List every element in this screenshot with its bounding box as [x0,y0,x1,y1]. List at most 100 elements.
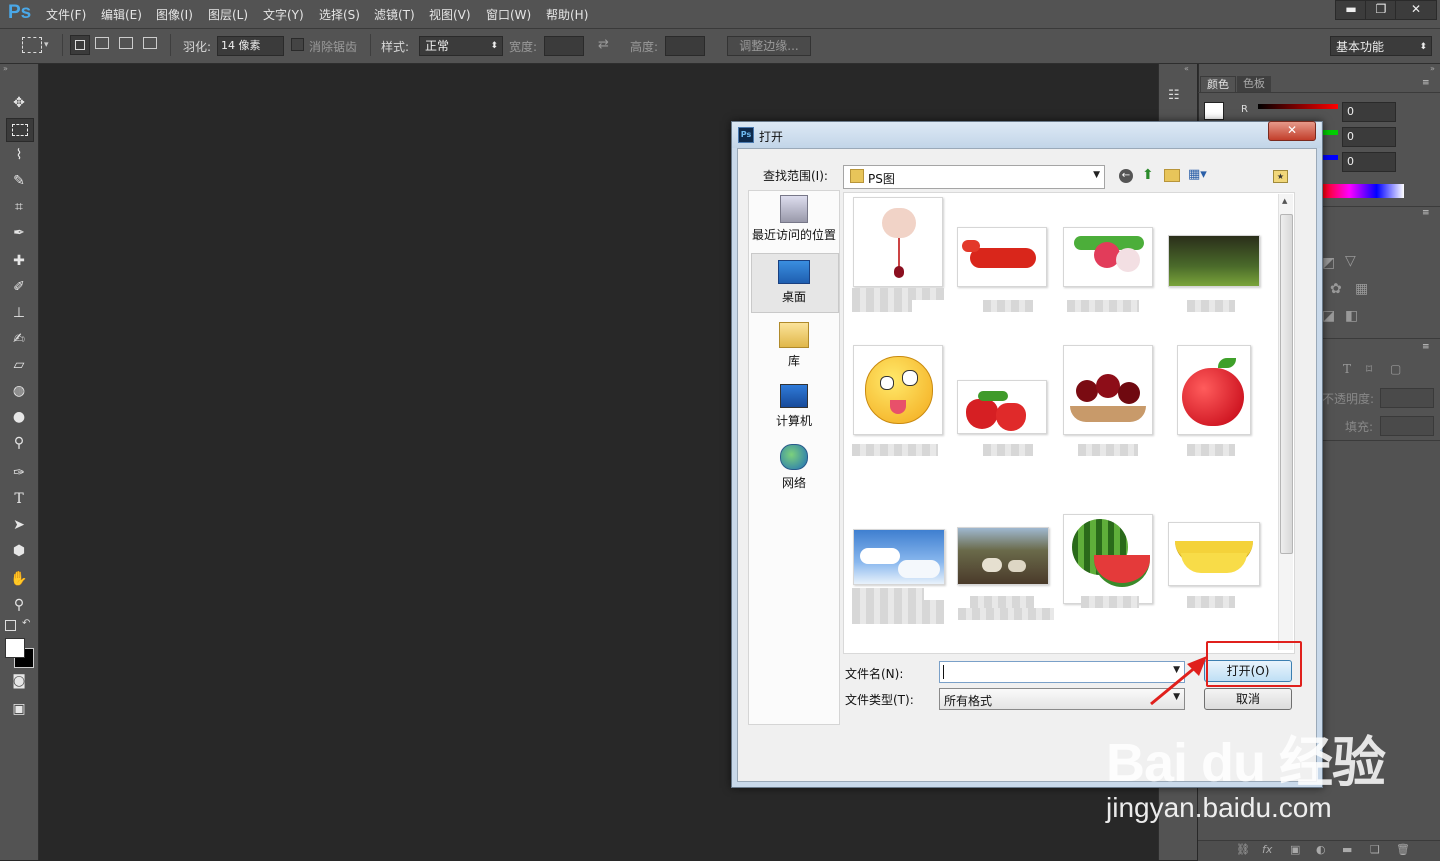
place-desktop[interactable]: 桌面 [751,260,837,305]
marquee-tool-icon[interactable] [6,118,34,142]
smart-object-filter-icon[interactable]: ▢ [1390,362,1401,376]
quick-selection-tool-icon[interactable]: ✎ [6,170,32,192]
width-input[interactable] [544,36,584,56]
fg-color-swatch[interactable] [1204,102,1224,120]
dialog-close-button[interactable]: ✕ [1268,121,1316,141]
place-library[interactable]: 库 [751,322,837,369]
channel-r-input[interactable]: 0 [1342,102,1396,122]
menu-filter[interactable]: 滤镜(T) [374,6,415,23]
move-tool-icon[interactable]: ✥ [6,92,32,114]
swap-colors-icon[interactable]: ↶ [22,618,30,629]
menu-type[interactable]: 文字(Y) [263,6,304,23]
opacity-input[interactable] [1380,388,1434,408]
thumb-watermelon[interactable] [1063,514,1153,604]
close-window-button[interactable]: ✕ [1395,0,1437,20]
posterize-icon[interactable]: ◧ [1345,308,1358,324]
tab-color[interactable]: 颜色 [1200,76,1236,93]
quick-mask-icon[interactable]: ◙ [6,670,32,692]
new-selection-icon[interactable] [70,35,90,55]
path-selection-tool-icon[interactable]: ➤ [6,514,32,536]
back-icon[interactable]: ← [1119,169,1133,183]
hand-tool-icon[interactable]: ✋ [6,568,32,590]
link-layers-icon[interactable]: ⛓ [1236,843,1250,856]
collapse-panel-icon[interactable]: » [3,64,8,73]
cancel-button[interactable]: 取消 [1204,688,1292,710]
height-input[interactable] [665,36,705,56]
adjustment-icon[interactable]: ◩ [1322,255,1335,271]
menu-layer[interactable]: 图层(L) [208,6,248,23]
tool-preset-dropdown-icon[interactable]: ▾ [44,40,49,50]
thumb-sheep[interactable] [957,527,1049,585]
thumb-bananas[interactable] [1168,522,1260,586]
brush-tool-icon[interactable]: ✐ [6,276,32,298]
menu-view[interactable]: 视图(V) [429,6,471,23]
channel-g-input[interactable]: 0 [1342,127,1396,147]
menu-window[interactable]: 窗口(W) [486,6,531,23]
place-recent[interactable]: 最近访问的位置 [751,195,837,243]
subtract-selection-icon[interactable] [119,37,133,49]
view-menu-icon[interactable]: ▦▾ [1188,167,1207,182]
swap-dimensions-icon[interactable]: ⇄ [598,37,609,52]
thumb-emoji[interactable] [853,345,943,435]
menu-edit[interactable]: 编辑(E) [101,6,142,23]
type-tool-icon[interactable]: T [6,488,32,510]
pen-tool-icon[interactable]: ✑ [6,462,32,484]
gradient-map-icon[interactable]: ▽ [1345,253,1356,269]
new-group-icon[interactable]: ▬ [1342,843,1352,856]
red-slider[interactable] [1258,104,1338,109]
invert-icon[interactable]: ◪ [1322,308,1335,324]
thumb-hands-necklace[interactable] [853,197,943,287]
thumb-lychee[interactable] [1063,227,1153,287]
text-layer-filter-icon[interactable]: T [1343,362,1351,376]
screen-mode-icon[interactable]: ▣ [6,698,32,720]
place-network[interactable]: 网络 [751,444,837,491]
foreground-color-swatch[interactable] [5,638,25,658]
scroll-up-arrow-icon[interactable]: ▲ [1282,197,1287,205]
place-computer[interactable]: 计算机 [751,384,837,429]
healing-brush-tool-icon[interactable]: ✚ [6,250,32,272]
channel-b-input[interactable]: 0 [1342,152,1396,172]
stamp-tool-icon[interactable]: ⊥ [6,302,32,324]
thumb-crayfish[interactable] [957,227,1047,287]
default-colors-icon[interactable] [5,620,16,631]
color-lookup-icon[interactable]: ▦ [1355,281,1368,297]
color-ramp[interactable] [1322,184,1404,198]
eraser-tool-icon[interactable]: ▱ [6,354,32,376]
menu-image[interactable]: 图像(I) [156,6,193,23]
restore-button[interactable]: ❐ [1365,0,1397,20]
panel-menu-icon[interactable]: ≡ [1422,342,1430,352]
adjustment-layer-icon[interactable]: ◐ [1316,843,1326,856]
eyedropper-tool-icon[interactable]: ✒ [6,222,32,244]
add-to-selection-icon[interactable] [95,37,109,49]
history-brush-tool-icon[interactable]: ✍ [6,328,32,350]
thumb-apple[interactable] [1177,345,1251,435]
feather-input[interactable]: 14 像素 [217,36,284,56]
file-list-scrollbar[interactable]: ▲ [1278,194,1293,650]
workspace-select[interactable]: 基本功能 ⬍ [1330,36,1432,56]
green-slider[interactable] [1322,130,1338,135]
thumb-strawberries[interactable] [957,380,1047,434]
shape-tool-icon[interactable]: ⬢ [6,540,32,562]
new-layer-icon[interactable]: ❑ [1370,843,1380,856]
up-folder-icon[interactable]: ⬆ [1142,167,1154,183]
browse-icon[interactable]: ★ [1273,170,1288,183]
fill-input[interactable] [1380,416,1434,436]
panel-menu-icon[interactable]: ≡ [1422,78,1430,88]
menu-help[interactable]: 帮助(H) [546,6,588,23]
intersect-selection-icon[interactable] [143,37,157,49]
new-folder-icon[interactable] [1164,169,1180,182]
thumb-cherries[interactable] [1063,345,1153,435]
tab-swatches[interactable]: 色板 [1237,76,1271,92]
add-mask-icon[interactable]: ▣ [1290,843,1300,856]
menu-file[interactable]: 文件(F) [46,6,86,23]
blur-tool-icon[interactable]: ● [6,406,32,428]
expand-panels-icon[interactable]: » [1430,64,1435,73]
blue-slider[interactable] [1322,155,1338,160]
panel-menu-icon[interactable]: ≡ [1422,208,1430,218]
paint-bucket-tool-icon[interactable]: ◍ [6,380,32,402]
collapse-icon[interactable]: « [1184,64,1189,73]
lookin-select[interactable]: PS图 ▼ [843,165,1105,189]
menu-select[interactable]: 选择(S) [319,6,360,23]
refine-edge-button[interactable]: 调整边缘... [727,36,811,56]
channel-mixer-icon[interactable]: ✿ [1330,281,1342,297]
